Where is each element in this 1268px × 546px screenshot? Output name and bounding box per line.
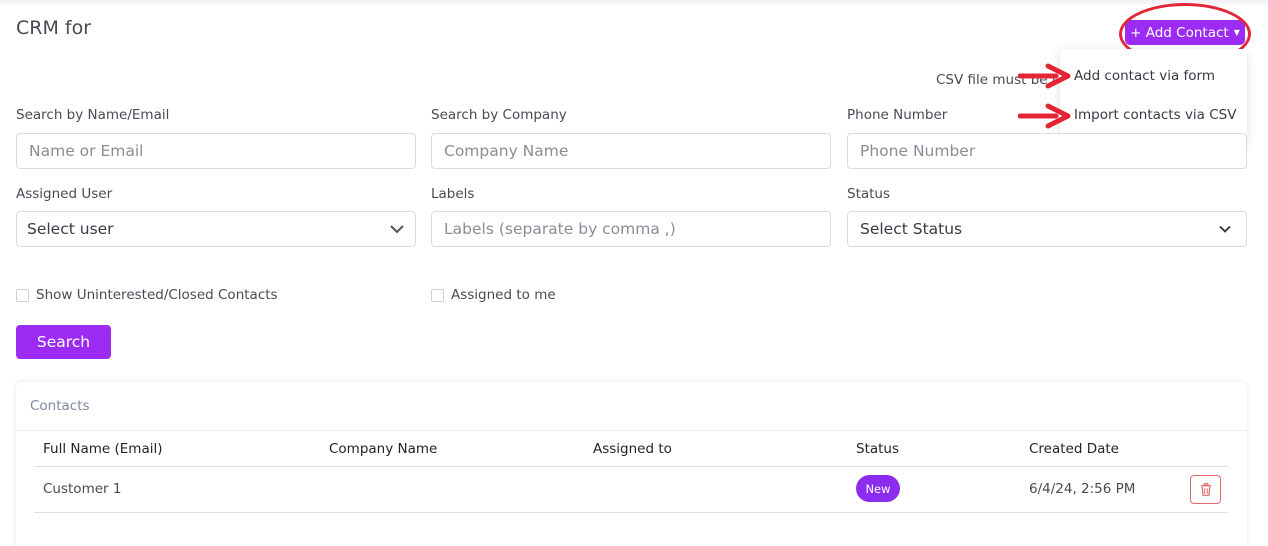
column-header-company: Company Name — [329, 441, 438, 457]
assigned-to-me-checkbox[interactable] — [431, 288, 444, 302]
search-company-input[interactable]: Company Name — [431, 133, 831, 169]
divider — [34, 466, 1228, 467]
status-badge: New — [856, 475, 900, 502]
contact-created-cell: 6/4/24, 2:56 PM — [1029, 481, 1136, 497]
assigned-user-value: Select user — [27, 220, 114, 238]
page-title: CRM for — [16, 17, 92, 39]
show-closed-checkbox[interactable] — [16, 288, 29, 302]
labels-input[interactable]: Labels (separate by comma ,) — [431, 211, 831, 247]
menu-item-import-csv[interactable]: Import contacts via CSV — [1074, 107, 1236, 123]
contact-name-cell[interactable]: Customer 1 — [43, 481, 121, 497]
search-name-input[interactable]: Name or Email — [16, 133, 416, 169]
csv-note-text: CSV file must be i — [936, 72, 1056, 88]
labels-label: Labels — [431, 186, 475, 202]
contacts-title: Contacts — [30, 398, 90, 414]
assigned-user-label: Assigned User — [16, 186, 113, 202]
trash-icon — [1200, 483, 1211, 496]
chevron-down-icon — [390, 225, 404, 234]
status-value: Select Status — [860, 220, 963, 238]
caret-down-icon: ▼ — [1233, 28, 1240, 37]
crm-page: CRM for + Add Contact ▼ CSV file must be… — [0, 0, 1268, 546]
divider — [34, 512, 1228, 513]
column-header-created: Created Date — [1029, 441, 1119, 457]
divider — [16, 430, 1247, 431]
add-contact-button[interactable]: + Add Contact ▼ — [1125, 20, 1245, 45]
search-button[interactable]: Search — [16, 325, 111, 359]
add-contact-label: + Add Contact — [1130, 24, 1229, 41]
status-select[interactable]: Select Status — [847, 211, 1247, 247]
phone-label: Phone Number — [847, 107, 948, 123]
column-header-assigned: Assigned to — [593, 441, 672, 457]
show-closed-label: Show Uninterested/Closed Contacts — [36, 287, 278, 303]
phone-placeholder: Phone Number — [860, 142, 976, 160]
assigned-to-me-label: Assigned to me — [451, 287, 556, 303]
labels-placeholder: Labels (separate by comma ,) — [444, 220, 676, 238]
assigned-to-me-checkbox-row[interactable]: Assigned to me — [431, 287, 556, 303]
contacts-card: Contacts Full Name (Email) Company Name … — [16, 382, 1247, 546]
column-header-status: Status — [856, 441, 900, 457]
chevron-down-icon — [1219, 225, 1231, 233]
top-shadow — [0, 0, 1268, 6]
phone-input[interactable]: Phone Number — [847, 133, 1247, 169]
search-name-label: Search by Name/Email — [16, 107, 170, 123]
delete-button[interactable] — [1190, 475, 1221, 504]
show-closed-checkbox-row[interactable]: Show Uninterested/Closed Contacts — [16, 287, 278, 303]
menu-item-add-via-form[interactable]: Add contact via form — [1074, 68, 1215, 84]
column-header-name: Full Name (Email) — [43, 441, 163, 457]
assigned-user-select[interactable]: Select user — [16, 211, 416, 247]
search-company-label: Search by Company — [431, 107, 567, 123]
search-name-placeholder: Name or Email — [29, 142, 144, 160]
search-company-placeholder: Company Name — [444, 142, 569, 160]
add-contact-dropdown: Add contact via form Import contacts via… — [1060, 49, 1247, 144]
status-label: Status — [847, 186, 891, 202]
